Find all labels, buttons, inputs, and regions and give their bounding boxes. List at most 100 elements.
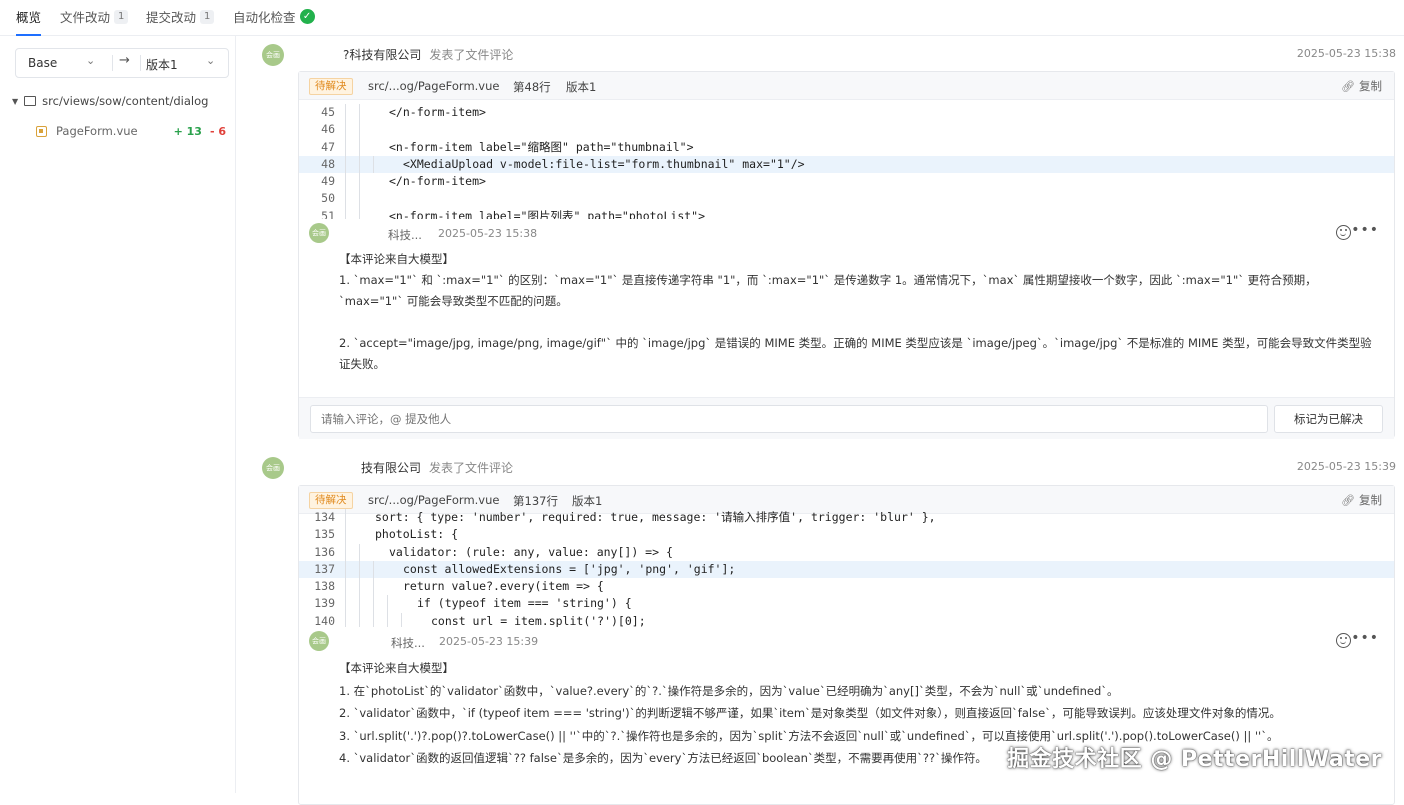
card-header: 待解决 src/...og/PageForm.vue 第48行 版本1 🔗︎ 复…: [299, 72, 1394, 100]
avatar: 会画: [262, 457, 284, 479]
comment: 会画 科技... 2025-05-23 15:38 ••• 【本评论来自大模型】…: [299, 219, 1394, 397]
tab-auto-checks[interactable]: 自动化检查 ✓: [233, 7, 315, 26]
copy-button[interactable]: 🔗︎ 复制: [1341, 492, 1382, 508]
code-line: 135 photoList: {: [299, 526, 1394, 544]
event-header: 技有限公司 发表了文件评论: [361, 461, 514, 475]
comment-card: 待解决 src/...og/PageForm.vue 第48行 版本1 🔗︎ 复…: [298, 71, 1395, 439]
code-text: </n-form-item>: [389, 174, 486, 189]
code-line: 46: [299, 121, 1394, 139]
file-sidebar: Base ⌄ → 版本1 ⌄ ▼ src/views/sow/content/d…: [0, 36, 236, 793]
line-number: 134: [314, 510, 335, 524]
code-text: const url = item.split('?')[0];: [431, 613, 646, 627]
target-version-select[interactable]: 版本1: [146, 56, 178, 73]
code-line: 47 <n-form-item label="缩略图" path="thumbna…: [299, 138, 1394, 156]
code-text: return value?.every(item => {: [403, 579, 604, 594]
comment-paragraph: [339, 312, 1376, 333]
comment-source-label: 【本评论来自大模型】: [339, 252, 454, 266]
line-number: 46: [321, 122, 335, 137]
emoji-reaction-icon[interactable]: [1336, 225, 1351, 240]
event-author[interactable]: 技有限公司: [361, 461, 421, 475]
link-icon: 🔗︎: [1341, 493, 1355, 507]
event-header: ?科技有限公司 发表了文件评论: [343, 48, 514, 62]
more-options-icon[interactable]: •••: [1351, 222, 1379, 238]
top-tab-bar: 概览 文件改动 1 提交改动 1 自动化检查 ✓: [0, 0, 1404, 36]
watermark: 掘金技术社区 @ PetterHillWater: [1007, 747, 1382, 772]
comment-paragraph: 2. `validator`函数中，`if (typeof item === '…: [339, 706, 1281, 720]
line-number: 136: [314, 544, 335, 559]
code-line: 136 validator: (rule: any, value: any[]) …: [299, 543, 1394, 561]
event-time: 2025-05-23 15:39: [1296, 460, 1396, 473]
version-label: 版本1: [566, 80, 597, 94]
code-line: 50: [299, 190, 1394, 208]
version-compare-bar: Base ⌄ → 版本1 ⌄: [15, 48, 229, 78]
line-number: 50: [321, 191, 335, 206]
line-number: 48: [321, 156, 335, 171]
status-badge: 待解决: [309, 78, 353, 95]
line-number: 137: [314, 561, 335, 576]
comment-source-label: 【本评论来自大模型】: [339, 661, 454, 675]
modified-file-icon: [36, 125, 47, 137]
code-text: if (typeof item === 'string') {: [417, 596, 632, 611]
code-text: validator: (rule: any, value: any[]) => …: [389, 544, 673, 559]
emoji-reaction-icon[interactable]: [1336, 633, 1351, 648]
line-number: 135: [314, 527, 335, 542]
tab-commit-changes[interactable]: 提交改动 1: [146, 7, 215, 26]
line-number: 140: [314, 613, 335, 627]
version-label: 版本1: [572, 494, 603, 508]
comment-time: 2025-05-23 15:39: [439, 635, 539, 648]
code-snippet: 134 sort: { type: 'number', required: tru…: [299, 509, 1394, 627]
file-name: PageForm.vue: [56, 124, 138, 138]
comment-body: 【本评论来自大模型】 1. `max="1"` 和 `:max="1"` 的区别：…: [299, 249, 1394, 397]
tab-file-changes[interactable]: 文件改动 1: [60, 7, 129, 26]
code-line: 51 <n-form-item label="图片列表" path="photoL…: [299, 207, 1394, 219]
code-line: 138 return value?.every(item => {: [299, 578, 1394, 596]
code-line: 45 </n-form-item>: [299, 104, 1394, 122]
tab-overview[interactable]: 概览: [16, 7, 42, 36]
comment-paragraph: 2. `accept="image/jpg, image/png, image/…: [339, 336, 1372, 371]
tree-folder[interactable]: ▼ src/views/sow/content/dialog: [12, 94, 208, 108]
more-options-icon[interactable]: •••: [1351, 630, 1379, 646]
line-number: 138: [314, 579, 335, 594]
line-number: 47: [321, 139, 335, 154]
code-text: const allowedExtensions = ['jpg', 'png',…: [403, 561, 736, 576]
avatar: 会画: [309, 223, 329, 243]
file-path-link[interactable]: src/...og/PageForm.vue: [368, 79, 499, 93]
avatar: 会画: [262, 44, 284, 66]
comment-author[interactable]: 科技...: [388, 227, 422, 243]
tree-file-pageform[interactable]: PageForm.vue + 13 - 6: [36, 124, 226, 138]
comment-author[interactable]: 科技...: [391, 635, 425, 651]
chevron-down-icon[interactable]: ⌄: [206, 54, 215, 67]
reply-bar: 标记为已解决: [299, 397, 1394, 439]
line-number: 45: [321, 105, 335, 119]
code-snippet: 45 </n-form-item> 46 47 <n-form-item label="…: [299, 100, 1394, 219]
file-changes-count-badge: 1: [114, 9, 129, 24]
code-line: 49 </n-form-item>: [299, 173, 1394, 191]
reply-input[interactable]: [310, 405, 1268, 433]
arrow-right-icon: →: [119, 53, 130, 68]
copy-button[interactable]: 🔗︎ 复制: [1341, 78, 1382, 94]
comment-paragraph: 1. `max="1"` 和 `:max="1"` 的区别：`max="1"` …: [339, 273, 1317, 308]
code-text: photoList: {: [375, 527, 459, 542]
code-text: </n-form-item>: [389, 105, 486, 119]
code-text: sort: { type: 'number', required: true, …: [375, 510, 936, 524]
code-line: 48 <XMediaUpload v-model:file-list="form.…: [299, 155, 1394, 174]
line-number: 第48行: [513, 80, 551, 94]
mark-resolved-button[interactable]: 标记为已解决: [1274, 405, 1383, 433]
line-number: 49: [321, 174, 335, 189]
caret-down-icon[interactable]: ▼: [12, 97, 18, 106]
code-text: <XMediaUpload v-model:file-list="form.th…: [403, 156, 805, 171]
code-text: <n-form-item label="图片列表" path="photoLis…: [389, 208, 706, 219]
check-success-icon: ✓: [299, 9, 315, 24]
deletions-count: - 6: [209, 124, 226, 138]
event-author[interactable]: ?科技有限公司: [343, 48, 421, 62]
base-version-select[interactable]: Base: [28, 56, 57, 70]
folder-icon: [24, 96, 37, 106]
line-number: 139: [314, 596, 335, 611]
avatar: 会画: [309, 631, 329, 651]
comment-paragraph: 1. 在`photoList`的`validator`函数中，`value?.e…: [339, 683, 1119, 698]
link-icon: 🔗︎: [1341, 79, 1355, 93]
folder-path: src/views/sow/content/dialog: [42, 94, 209, 108]
file-path-link[interactable]: src/...og/PageForm.vue: [368, 493, 499, 507]
comment-time: 2025-05-23 15:38: [438, 227, 538, 240]
chevron-down-icon[interactable]: ⌄: [86, 54, 95, 67]
